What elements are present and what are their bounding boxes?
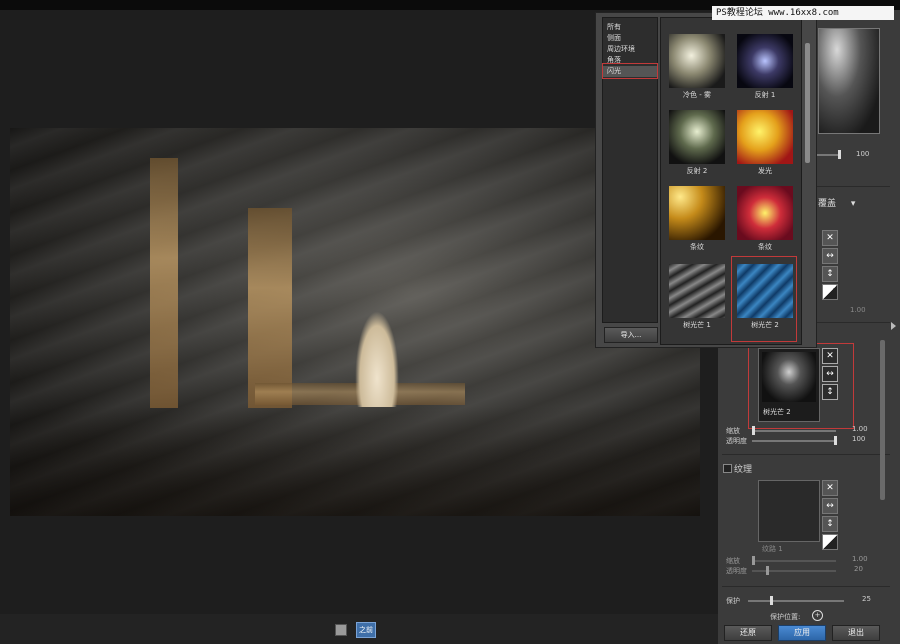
subject-figure	[355, 311, 399, 407]
tex-gradient-button[interactable]	[822, 534, 838, 550]
thumb-cell[interactable]: 条纹	[733, 184, 793, 251]
top-preview-thumb	[818, 28, 880, 134]
category-side[interactable]: 侧面	[603, 33, 657, 44]
chevron-down-icon: ▾	[850, 199, 856, 209]
scale-slider-knob[interactable]	[752, 426, 755, 435]
thumb-label: 发光	[758, 167, 772, 175]
fog-icon	[669, 34, 725, 88]
thumb-label: 条纹	[690, 243, 704, 251]
thumb-label: 冷色 - 雾	[683, 91, 711, 99]
opacity-slider-knob[interactable]	[834, 436, 837, 445]
thumb-cell[interactable]: 树光芒 1	[665, 262, 725, 329]
flip-horizontal-icon[interactable]: ↔	[822, 366, 838, 382]
tex-opacity-slider-knob[interactable]	[766, 566, 769, 575]
tool-flip-h-button[interactable]: ↔	[822, 248, 838, 264]
tex-scale-slider-knob[interactable]	[752, 556, 755, 565]
thumb-cell[interactable]: 反射 1	[733, 32, 793, 99]
apply-button[interactable]: 应用	[778, 625, 826, 641]
protect-value: 25	[862, 595, 871, 603]
tex-flip-v-button[interactable]: ↕	[822, 516, 838, 532]
tool-gradient-button[interactable]	[822, 284, 838, 300]
tex-flip-h-button[interactable]: ↔	[822, 498, 838, 514]
thumb-label: 反射 1	[754, 91, 776, 99]
reset-button[interactable]: 还原	[724, 625, 772, 641]
tex-scale-slider-track	[752, 560, 836, 562]
tex-shuffle-button[interactable]: ✕	[822, 480, 838, 496]
thumb-cell[interactable]: 条纹	[665, 184, 725, 251]
stripe-red-icon	[737, 186, 793, 240]
thumb-cell[interactable]: 反射 2	[665, 108, 725, 175]
glow-icon	[737, 110, 793, 164]
flare-library-popup: 所有 侧面 周边环境 角落 闪光 导入... 冷色 - 雾 反射 1 反射 2 …	[595, 12, 817, 348]
flip-vertical-icon[interactable]: ↕	[822, 384, 838, 400]
before-button[interactable]: 之前	[356, 622, 376, 638]
thumb-label: 树光芒 1	[683, 321, 711, 329]
category-all[interactable]: 所有	[603, 22, 657, 33]
collapse-arrow-icon[interactable]	[891, 322, 896, 330]
bottom-toolbar: 之前	[0, 614, 720, 644]
thumbnail-grid: 冷色 - 雾 反射 1 反射 2 发光 条纹 条纹 树光芒 1 树光芒 2	[660, 17, 802, 345]
opacity-slider-track	[752, 440, 836, 442]
reflect2-icon	[669, 110, 725, 164]
blend-mode-select[interactable]: 覆盖 ▾	[818, 196, 876, 210]
exit-button[interactable]: 退出	[832, 625, 880, 641]
stripe-gold-icon	[669, 186, 725, 240]
top-slider-knob[interactable]	[838, 150, 841, 159]
divider	[722, 454, 890, 455]
thumb-highlight-box	[731, 256, 797, 342]
target-icon[interactable]: +	[812, 610, 823, 621]
texture-preview[interactable]	[758, 480, 820, 542]
pillar-center	[248, 208, 292, 408]
thumb-label: 反射 2	[686, 167, 708, 175]
protect-position-label: 保护位置:	[770, 613, 801, 621]
pillar-left	[150, 158, 178, 408]
thumb-cell[interactable]: 冷色 - 雾	[665, 32, 725, 99]
opacity-value: 100	[852, 435, 866, 443]
texture-caption: 纹路 1	[762, 545, 783, 553]
thumb-label: 条纹	[758, 243, 772, 251]
divider	[722, 586, 890, 587]
category-surround[interactable]: 周边环境	[603, 44, 657, 55]
shuffle-icon[interactable]: ✕	[822, 348, 838, 364]
blend-mode-value: 覆盖	[818, 199, 837, 209]
thumb-cell[interactable]: 发光	[733, 108, 793, 175]
category-highlight-box	[602, 63, 658, 79]
protect-slider-track	[748, 600, 844, 602]
tex-opacity-value: 20	[854, 565, 863, 573]
tex-scale-value: 1.00	[852, 555, 868, 563]
protect-slider[interactable]	[718, 596, 878, 606]
tex-opacity-slider-track	[752, 570, 836, 572]
watermark: PS教程论坛 www.16xx8.com	[712, 6, 894, 20]
compare-icon[interactable]	[335, 624, 347, 636]
import-button[interactable]: 导入...	[604, 327, 658, 343]
tool-shuffle-button[interactable]: ✕	[822, 230, 838, 246]
mid-value: 1.00	[850, 306, 866, 314]
top-slider-value: 100	[856, 150, 870, 158]
texture-checkbox[interactable]	[723, 464, 732, 473]
protect-slider-knob[interactable]	[770, 596, 773, 605]
reflect-icon	[737, 34, 793, 88]
tool-flip-v-button[interactable]: ↕	[822, 266, 838, 282]
floor-reflection	[10, 406, 700, 516]
texture-label: 纹理	[734, 465, 753, 475]
rays1-icon	[669, 264, 725, 318]
flare-highlight-box	[748, 343, 854, 429]
panel-scrollbar[interactable]	[880, 340, 885, 500]
scale-slider-track	[752, 430, 836, 432]
popup-scrollbar[interactable]	[805, 43, 810, 163]
scale-value: 1.00	[852, 425, 868, 433]
